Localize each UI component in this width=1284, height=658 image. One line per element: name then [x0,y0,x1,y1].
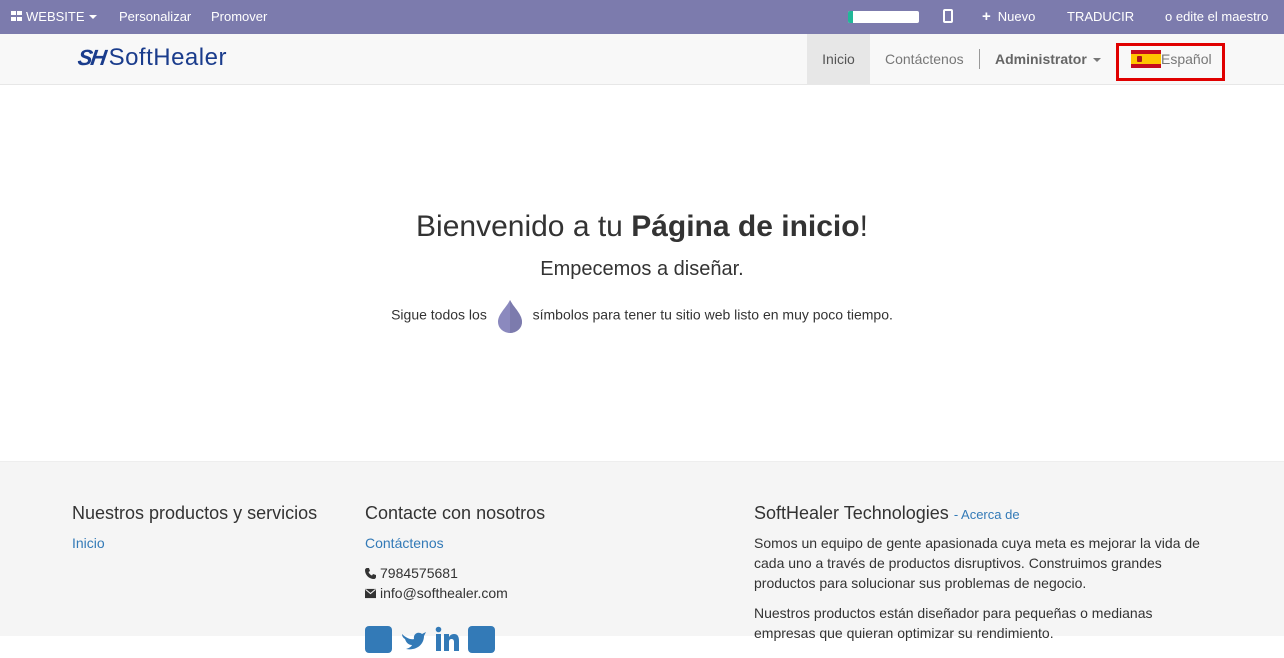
droplet-icon [497,300,522,333]
site-logo[interactable]: SHSoftHealer [76,44,227,72]
website-menu-button[interactable]: WEBSITE [11,0,97,34]
envelope-icon [365,588,376,599]
user-menu-label: Administrator [995,51,1087,67]
hero-hint: Sigue todos los símbolos para tener tu s… [0,298,1284,334]
hero-hint-post: símbolos para tener tu sitio web listo e… [532,306,893,323]
phone-icon [365,568,376,579]
apps-grid-icon [11,11,23,22]
footer-about-link[interactable]: - Acerca de [954,507,1020,522]
hero-title-bold: Página de inicio [631,210,860,243]
hero-title-pre: Bienvenido a tu [416,210,632,243]
new-content-label: Nuevo [997,9,1036,24]
caret-down-icon [1092,58,1101,62]
customize-menu-button[interactable]: Personalizar [119,0,191,34]
linkedin-icon[interactable] [434,626,461,653]
promote-menu-button[interactable]: Promover [211,0,267,34]
footer-about-line: Nuestros productos están diseñador para … [754,605,1153,621]
footer-about-line: Somos un equipo de gente apasionada cuya… [754,535,1200,551]
website-menu-label: WEBSITE [26,9,85,24]
edit-master-button[interactable]: o edite el maestro [1165,0,1268,34]
mobile-preview-button[interactable] [943,0,953,34]
seo-progress-bar [848,11,919,23]
hero-title: Bienvenido a tu Página de inicio! [0,210,1284,244]
mobile-icon [943,9,953,23]
facebook-icon[interactable] [365,626,392,653]
logo-mark: SH [76,45,107,70]
nav-home[interactable]: Inicio [807,34,870,84]
footer-about-heading: SoftHealer Technologies - Acerca de [754,503,1020,524]
plus-icon: + [982,8,991,25]
new-content-button[interactable]: + Nuevo [982,0,1035,34]
site-footer: Nuestros productos y servicios Inicio Co… [0,461,1284,653]
user-menu-dropdown[interactable]: Administrator [995,34,1101,84]
footer-link-home[interactable]: Inicio [72,535,105,551]
hero-title-post: ! [859,210,868,243]
footer-about-paragraph-1: Somos un equipo de gente apasionada cuya… [754,533,1214,593]
site-header: SHSoftHealer Inicio Contáctenos Administ… [0,34,1284,85]
footer-contact-link[interactable]: Contáctenos [365,535,444,551]
editor-top-bar: WEBSITE Personalizar Promover + Nuevo TRA… [0,0,1284,34]
nav-divider [979,49,980,69]
footer-email: info@softhealer.com [365,585,508,601]
footer-about-title: SoftHealer Technologies [754,503,949,523]
language-selector[interactable]: Español [1161,50,1212,68]
footer-phone: 7984575681 [365,565,458,581]
nav-contact[interactable]: Contáctenos [885,34,964,84]
footer-about-line: productos para solucionar sus problemas … [754,575,1087,591]
footer-products-heading: Nuestros productos y servicios [72,503,318,523]
footer-contact-heading: Contacte con nosotros [365,503,546,523]
skype-icon[interactable] [468,626,495,653]
progress-fill [848,11,853,23]
spain-flag-icon[interactable] [1131,50,1161,68]
caret-down-icon [88,15,97,19]
footer-about-paragraph-2: Nuestros productos están diseñador para … [754,603,1214,643]
footer-about-line: cada uno a través de productos disruptiv… [754,555,1162,571]
hero-hint-pre: Sigue todos los [391,306,487,323]
twitter-icon[interactable] [400,626,427,653]
translate-button[interactable]: TRADUCIR [1067,0,1134,34]
footer-about-line: empresas que quieran optimizar su rendim… [754,625,1054,641]
footer-email-value[interactable]: info@softhealer.com [380,585,508,601]
hero-subtitle: Empecemos a diseñar. [540,258,744,280]
logo-text: SoftHealer [108,44,227,71]
footer-phone-value: 7984575681 [380,565,458,581]
